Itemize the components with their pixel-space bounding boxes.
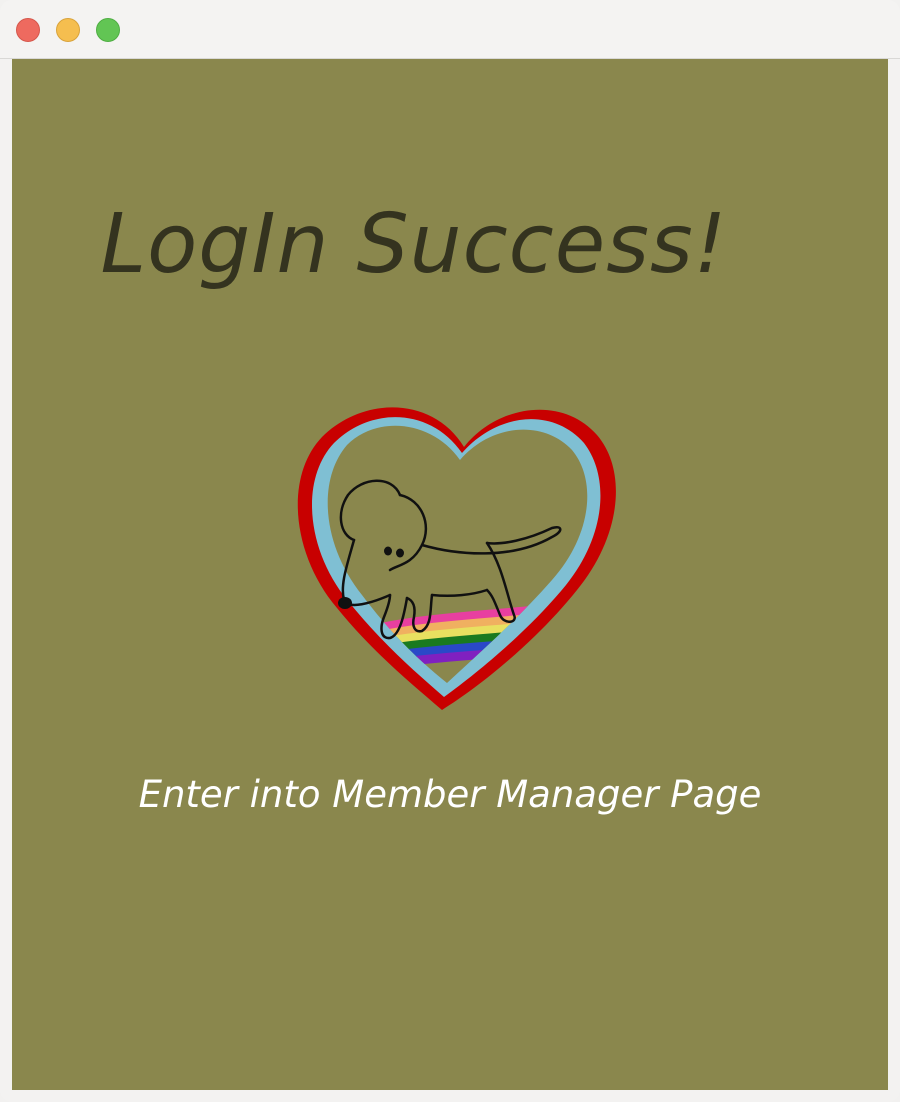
page-title: LogIn Success! <box>100 197 728 292</box>
dog-rainbow-heart-logo <box>297 407 616 710</box>
minimize-window-button[interactable] <box>56 18 80 42</box>
zoom-window-button[interactable] <box>96 18 120 42</box>
app-window: LogIn Success! Enter into Member Manager… <box>0 0 900 1102</box>
enter-member-manager-link[interactable]: Enter into Member Manager Page <box>12 773 888 816</box>
content-panel: LogIn Success! Enter into Member Manager… <box>12 59 888 1090</box>
close-window-button[interactable] <box>16 18 40 42</box>
title-bar <box>0 0 900 59</box>
